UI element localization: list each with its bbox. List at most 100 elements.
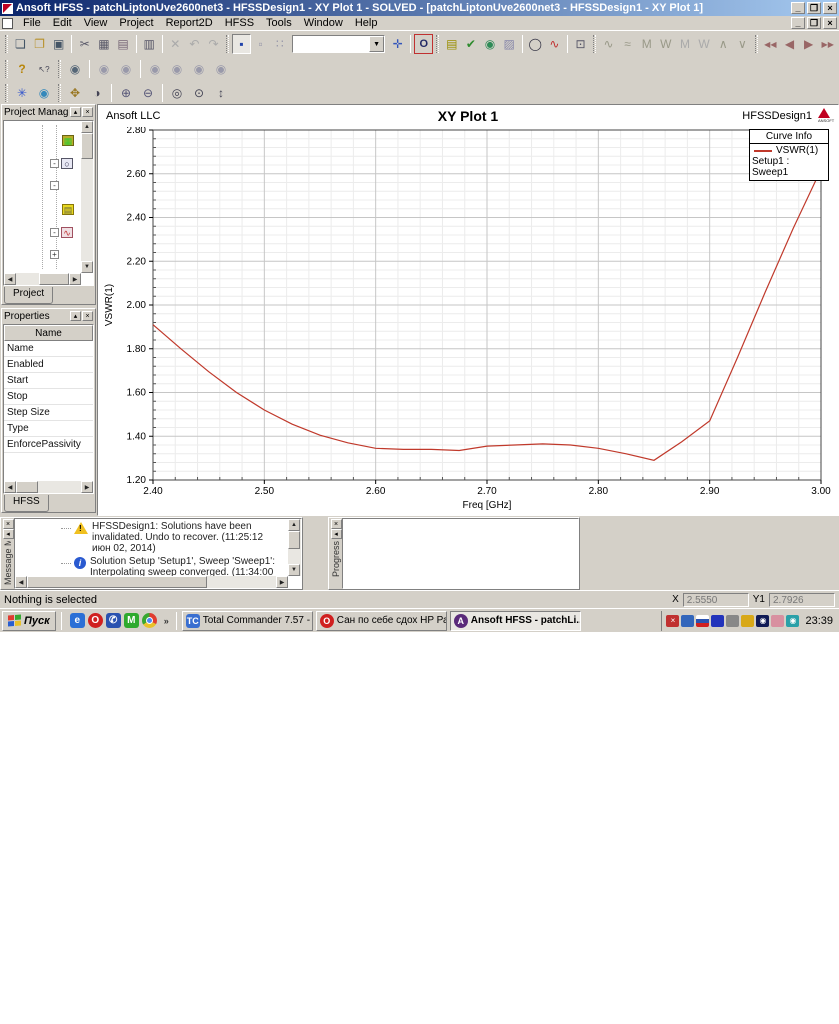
tray-antivirus-icon[interactable]: [741, 614, 755, 627]
message-vscrollbar[interactable]: ▲ ▼: [288, 519, 301, 576]
save-icon[interactable]: ▣: [49, 34, 68, 54]
tab-hfss[interactable]: HFSS: [4, 495, 49, 512]
message-pin-icon[interactable]: ◂: [2, 529, 14, 539]
toolbar-grip[interactable]: [58, 60, 61, 78]
message-close-icon[interactable]: ×: [2, 519, 14, 529]
context-help-icon[interactable]: ↖?: [33, 59, 55, 79]
task-button-total-commander[interactable]: TC Total Commander 7.57 - ...: [181, 610, 313, 631]
open-file-icon[interactable]: ❐: [30, 34, 49, 54]
zoom-window-icon[interactable]: ◎: [166, 83, 188, 103]
properties-column-header[interactable]: Name: [4, 325, 93, 341]
properties-close-icon[interactable]: ×: [82, 311, 93, 321]
help-icon[interactable]: ?: [11, 59, 33, 79]
toolbar-grip[interactable]: [58, 83, 61, 102]
properties-hscrollbar[interactable]: ◀ ▶: [4, 481, 93, 493]
collapse-node-icon[interactable]: -: [50, 228, 59, 237]
create-report-icon[interactable]: ∿: [545, 34, 564, 54]
scroll-left-icon[interactable]: ◀: [4, 481, 16, 493]
scroll-right-icon[interactable]: ▶: [81, 481, 93, 493]
scroll-thumb[interactable]: [16, 481, 38, 493]
tree-node[interactable]: - ○: [50, 158, 73, 169]
menu-view[interactable]: View: [78, 17, 114, 29]
tray-blue-app-icon[interactable]: [711, 614, 725, 627]
tree-node[interactable]: +: [50, 250, 59, 259]
paste-icon[interactable]: ▤: [113, 34, 132, 54]
properties-collapse-icon[interactable]: ▴: [70, 311, 81, 321]
wave-w2-icon[interactable]: W: [695, 34, 714, 54]
xy-plot-window[interactable]: Ansoft LLC XY Plot 1 HFSSDesign1 ANSOFT …: [97, 104, 839, 516]
mediaget-quicklaunch-icon[interactable]: M: [123, 613, 139, 628]
scroll-down-icon[interactable]: ▼: [81, 261, 93, 273]
expand-node-icon[interactable]: +: [50, 250, 59, 259]
nav-prev-icon[interactable]: ◀: [780, 34, 799, 54]
pan-icon[interactable]: ✥: [64, 83, 86, 103]
scroll-left-icon[interactable]: ◀: [15, 576, 27, 588]
messenger-quicklaunch-icon[interactable]: ✆: [105, 613, 121, 628]
menu-file[interactable]: File: [17, 17, 47, 29]
matrix-data-icon[interactable]: O: [414, 34, 434, 54]
zoom-in-icon[interactable]: ⊕: [115, 83, 137, 103]
restore-button[interactable]: ❐: [807, 2, 821, 14]
project-collapse-icon[interactable]: ▴: [70, 107, 81, 117]
project-tree-hscrollbar[interactable]: ◀ ▶: [4, 273, 81, 285]
tree-node[interactable]: -: [50, 181, 59, 190]
toolbar-grip[interactable]: [5, 35, 8, 53]
tray-display-icon[interactable]: [681, 614, 695, 627]
tree-node[interactable]: - ∿: [50, 227, 73, 238]
scroll-thumb[interactable]: [81, 133, 93, 159]
menu-hfss[interactable]: HFSS: [219, 17, 260, 29]
scroll-thumb[interactable]: [288, 531, 300, 549]
scroll-up-icon[interactable]: ▲: [288, 519, 300, 531]
tray-language-ru-icon[interactable]: [696, 614, 710, 627]
start-button[interactable]: Пуск: [2, 610, 56, 631]
nav-last-icon[interactable]: ▶▶: [818, 34, 837, 54]
wave-m2-icon[interactable]: M: [675, 34, 694, 54]
child-window-icon[interactable]: [2, 17, 13, 29]
fit-selection-icon[interactable]: ↕: [210, 83, 232, 103]
toolbar-grip[interactable]: [436, 35, 440, 53]
tray-error-icon[interactable]: ×: [666, 614, 680, 627]
property-row[interactable]: Type: [4, 421, 93, 437]
wave-m-icon[interactable]: M: [637, 34, 656, 54]
scroll-thumb[interactable]: [39, 273, 69, 285]
message-item[interactable]: HFSSDesign1: Solutions have been invalid…: [61, 521, 288, 554]
arrange-windows-icon[interactable]: ⊡: [571, 34, 590, 54]
scroll-right-icon[interactable]: ▶: [69, 273, 81, 285]
quick-launch-overflow-icon[interactable]: »: [162, 616, 171, 626]
minimize-button[interactable]: _: [791, 2, 805, 14]
results-icon[interactable]: ▨: [500, 34, 519, 54]
collapse-node-icon[interactable]: -: [50, 159, 59, 168]
task-button-opera-task[interactable]: O Сан по себе сдох HP Ра...: [315, 610, 447, 631]
scroll-down-icon[interactable]: ▼: [288, 564, 300, 576]
cut-icon[interactable]: ✂: [75, 34, 94, 54]
zoom-area-icon[interactable]: ◯: [526, 34, 545, 54]
tray-camera-icon[interactable]: ◉: [786, 614, 800, 627]
child-restore-button[interactable]: ❐: [807, 17, 821, 29]
xy-plot-canvas[interactable]: 2.40 2.50 2.60 2.70 2.80 2.90 3.00 1.20 1.40 1.60…: [98, 125, 838, 516]
optimetrics-icon[interactable]: ◉: [480, 34, 499, 54]
toolbar-grip[interactable]: [593, 35, 596, 53]
toolbar-grip[interactable]: [754, 35, 758, 53]
print-icon[interactable]: ▥: [140, 34, 159, 54]
copy-icon[interactable]: ▦: [94, 34, 113, 54]
visibility-all-icon[interactable]: ◉: [64, 59, 86, 79]
menu-report2d[interactable]: Report2D: [160, 17, 219, 29]
tray-pink-icon[interactable]: [771, 614, 785, 627]
validate-icon[interactable]: ▤: [442, 34, 461, 54]
tray-radar-icon[interactable]: ◉: [756, 614, 770, 627]
message-hscrollbar[interactable]: ◀ ▶: [15, 576, 288, 588]
message-list[interactable]: HFSSDesign1: Solutions have been invalid…: [14, 518, 302, 589]
property-row[interactable]: Name: [4, 341, 93, 357]
tree-node[interactable]: ▦: [62, 135, 74, 146]
add-variable-icon[interactable]: ✛: [388, 34, 407, 54]
collapse-node-icon[interactable]: -: [50, 181, 59, 190]
nav-first-icon[interactable]: ◀◀: [761, 34, 780, 54]
tab-project[interactable]: Project: [4, 287, 54, 304]
property-row[interactable]: Enabled: [4, 357, 93, 373]
ie-quicklaunch-icon[interactable]: e: [69, 613, 85, 628]
curve-info-legend[interactable]: Curve Info VSWR(1) Setup1 : Sweep1: [749, 129, 829, 181]
message-item[interactable]: i Solution Setup 'Setup1', Sweep 'Sweep1'…: [61, 556, 288, 576]
scroll-up-icon[interactable]: ▲: [81, 121, 93, 133]
toolbar-grip[interactable]: [5, 60, 8, 78]
menu-project[interactable]: Project: [113, 17, 159, 29]
